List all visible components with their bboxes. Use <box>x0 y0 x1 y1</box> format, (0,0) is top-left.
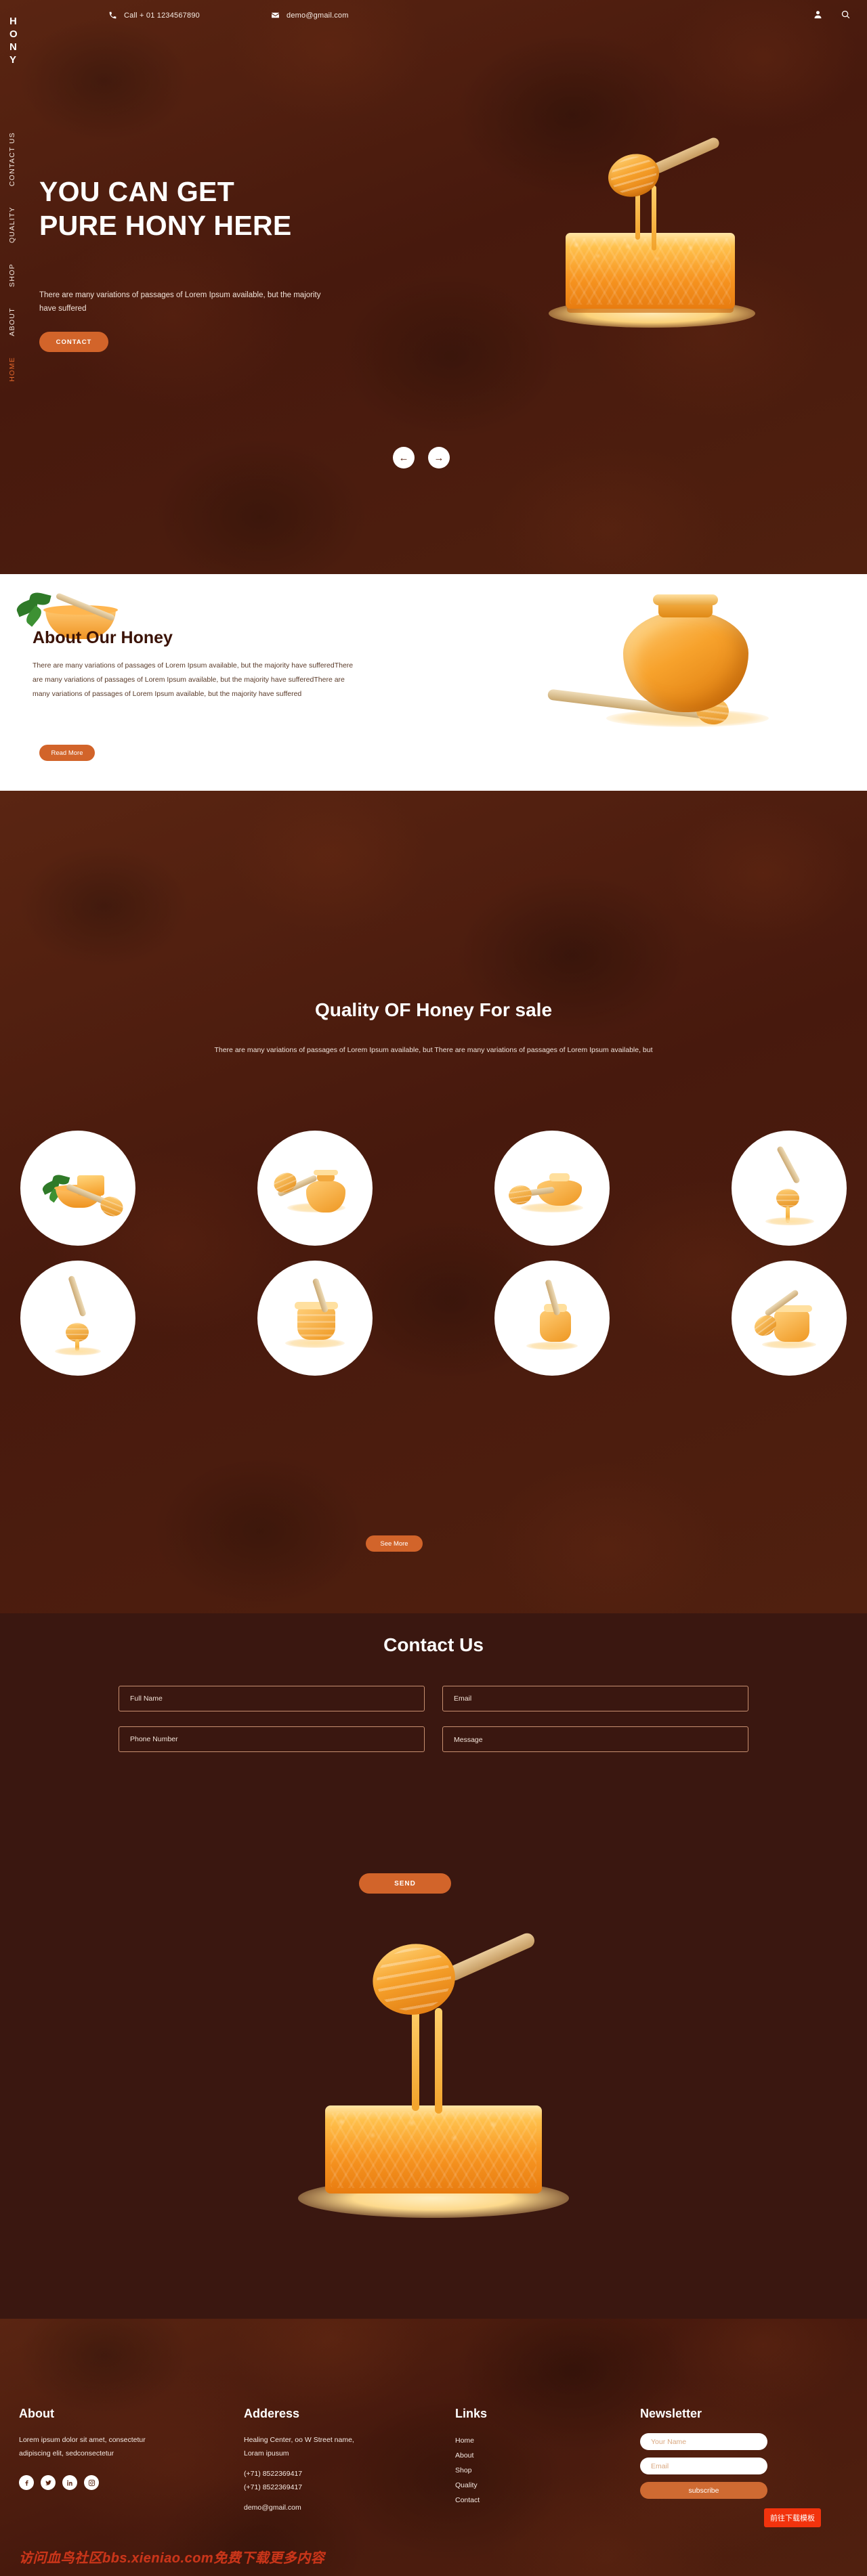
logo-letter: N <box>9 41 18 53</box>
footer-newsletter-heading: Newsletter <box>640 2407 702 2420</box>
footer-about-column: About Lorem ipsum dolor sit amet, consec… <box>19 2407 175 2490</box>
newsletter-email-input[interactable] <box>640 2458 767 2474</box>
contact-title: Contact Us <box>383 1634 484 1655</box>
honey-drip <box>652 185 656 250</box>
logo-letter: H <box>9 16 18 27</box>
footer-email[interactable]: demo@gmail.com <box>244 2501 406 2514</box>
footer-link-about[interactable]: About <box>455 2448 564 2463</box>
footer-links-column: Links Home About Shop Quality Contact <box>455 2407 564 2508</box>
nav-item-quality[interactable]: QUALITY <box>8 206 16 243</box>
nav-item-contact-us[interactable]: CONTACT US <box>8 132 16 186</box>
logo-letter: Y <box>9 54 17 66</box>
about-body-text: There are many variations of passages of… <box>33 661 354 698</box>
header-actions <box>813 9 851 23</box>
honey-dipper-icon <box>367 1927 537 2026</box>
twitter-icon[interactable] <box>41 2475 56 2490</box>
hero-title-line-1: YOU CAN GET <box>39 176 235 207</box>
logo-letter: O <box>9 28 18 40</box>
message-input[interactable] <box>442 1726 748 1752</box>
header-phone-label: Call + 01 1234567890 <box>124 11 200 20</box>
footer-link-contact[interactable]: Contact <box>455 2493 564 2508</box>
watermark-text: 访问血鸟社区bbs.xieniao.com免费下载更多内容 <box>19 2551 325 2566</box>
download-template-badge[interactable]: 前往下载模板 <box>764 2508 821 2527</box>
hero-subtitle: There are many variations of passages of… <box>39 291 321 313</box>
footer-about-heading: About <box>19 2407 54 2420</box>
honey-dipper-icon <box>602 132 721 203</box>
phone-icon <box>108 11 117 20</box>
honey-jar-illustration <box>542 590 826 766</box>
phone-number-input[interactable] <box>119 1726 425 1752</box>
footer-newsletter-column: Newsletter subscribe <box>640 2407 843 2499</box>
facebook-icon[interactable] <box>19 2475 34 2490</box>
footer-links-heading: Links <box>455 2407 488 2420</box>
header-phone[interactable]: Call + 01 1234567890 <box>108 11 200 20</box>
nav-item-about[interactable]: ABOUT <box>8 307 16 336</box>
site-logo[interactable]: H O N Y <box>9 15 18 66</box>
arrow-left-icon[interactable]: ← <box>393 447 415 468</box>
footer-link-shop[interactable]: Shop <box>455 2463 564 2478</box>
honeycomb-block <box>566 233 735 309</box>
footer-link-home[interactable]: Home <box>455 2433 564 2448</box>
honey-drip <box>435 2008 442 2114</box>
product-circle-honey-jar-striped-with-dipper[interactable] <box>257 1261 373 1376</box>
contact-honey-illustration <box>257 1916 610 2295</box>
quality-title: Quality OF Honey For sale <box>314 999 553 1020</box>
product-row <box>20 1261 847 1376</box>
footer-phone-1[interactable]: (+71) 8522369417 <box>244 2467 406 2481</box>
see-more-button[interactable]: See More <box>366 1535 423 1552</box>
hero-contact-button[interactable]: CONTACT <box>39 332 108 352</box>
email-input[interactable] <box>442 1686 748 1711</box>
about-title: About Our Honey <box>33 628 173 647</box>
product-grid <box>20 1131 847 1391</box>
newsletter-name-input[interactable] <box>640 2433 767 2450</box>
footer-address-line-1: Healing Center, oo W Street name, <box>244 2436 354 2444</box>
subscribe-button[interactable]: subscribe <box>640 2482 767 2499</box>
product-circle-honey-jar-with-dipper[interactable] <box>257 1131 373 1246</box>
top-contact-bar: Call + 01 1234567890 demo@gmail.com <box>0 0 867 32</box>
read-more-button[interactable]: Read More <box>39 745 95 761</box>
header-email-label: demo@gmail.com <box>287 11 349 20</box>
quality-subtitle: There are many variations of passages of… <box>214 1046 653 1054</box>
footer-link-quality[interactable]: Quality <box>455 2478 564 2493</box>
contact-form <box>119 1686 748 1752</box>
honey-landing-page: Call + 01 1234567890 demo@gmail.com H O … <box>0 0 867 2576</box>
hero-honey-illustration <box>474 133 826 356</box>
full-name-input[interactable] <box>119 1686 425 1711</box>
user-icon[interactable] <box>813 9 823 23</box>
arrow-right-icon[interactable]: → <box>428 447 450 468</box>
about-section: About Our Honey There are many variation… <box>0 574 867 791</box>
social-links <box>19 2475 175 2490</box>
footer-address-heading: Adderess <box>244 2407 300 2420</box>
footer-address-column: Adderess Healing Center, oo W Street nam… <box>244 2407 406 2514</box>
search-icon[interactable] <box>841 9 851 23</box>
nav-item-home[interactable]: HOME <box>8 357 16 382</box>
linkedin-icon[interactable] <box>62 2475 77 2490</box>
product-circle-tall-honey-jar-with-dipper[interactable] <box>494 1261 610 1376</box>
product-circle-honey-dipper-pouring[interactable] <box>20 1261 135 1376</box>
instagram-icon[interactable] <box>84 2475 99 2490</box>
product-circle-honey-dipper-dripping[interactable] <box>732 1131 847 1246</box>
envelope-icon <box>271 11 280 20</box>
product-circle-honey-bowl-with-mint-and-comb[interactable] <box>20 1131 135 1246</box>
page-title: YOU CAN GET PURE HONY HERE <box>39 175 292 242</box>
footer-about-text: Lorem ipsum dolor sit amet, consectetur … <box>19 2436 146 2458</box>
vertical-sidebar-nav: CONTACT US QUALITY SHOP ABOUT HOME <box>8 132 31 402</box>
product-row <box>20 1131 847 1246</box>
product-circle-honey-jar-wide-with-dipper[interactable] <box>494 1131 610 1246</box>
send-button[interactable]: SEND <box>359 1873 451 1894</box>
product-circle-honey-jar-open-with-dipper[interactable] <box>732 1261 847 1376</box>
hero-section: Call + 01 1234567890 demo@gmail.com H O … <box>0 0 867 574</box>
header-email[interactable]: demo@gmail.com <box>271 11 349 20</box>
nav-item-shop[interactable]: SHOP <box>8 263 16 287</box>
footer-phone-2[interactable]: (+71) 8522369417 <box>244 2481 406 2494</box>
honeycomb-block <box>325 2105 542 2193</box>
footer-address-line-2: Loram ipusum <box>244 2449 289 2458</box>
hero-title-line-2: PURE HONY HERE <box>39 210 292 241</box>
carousel-controls: ← → <box>393 447 450 468</box>
